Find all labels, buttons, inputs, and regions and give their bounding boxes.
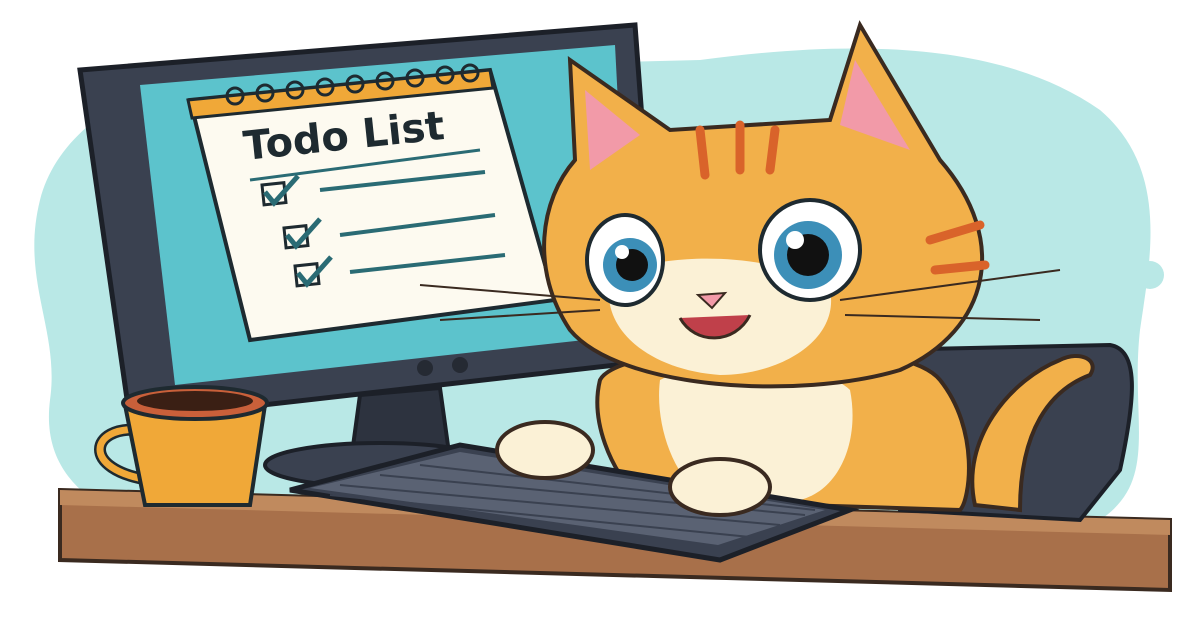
todo-notepad: Todo List [186,63,558,343]
cat-eye-left [585,213,665,307]
coffee [137,391,253,411]
monitor-button[interactable] [452,357,468,373]
monitor-button[interactable] [417,360,433,376]
cat-at-computer-illustration: Todo List [34,20,1172,593]
cat-eye-right [758,198,862,302]
cat-paw-right [668,457,772,517]
cat-paw-left [495,420,595,480]
background-dot [1136,261,1164,289]
